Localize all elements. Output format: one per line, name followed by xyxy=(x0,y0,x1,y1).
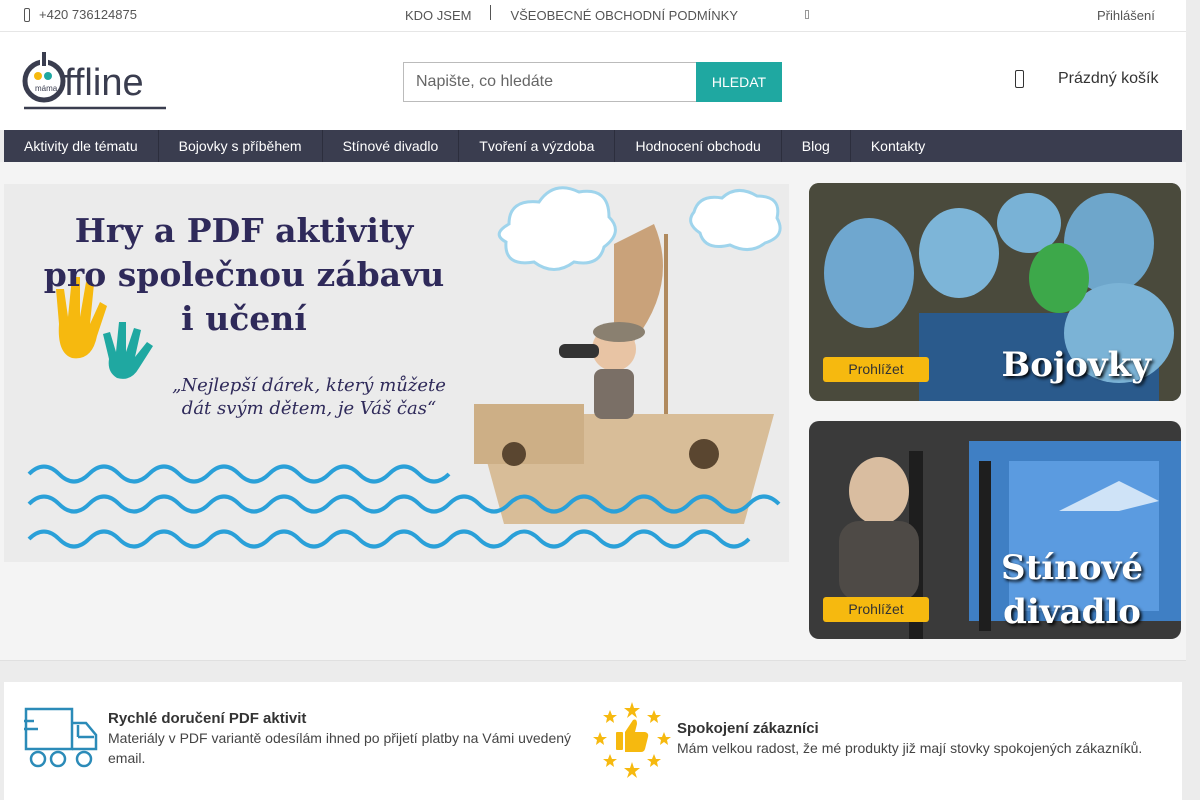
top-links: KDO JSEM VŠEOBECNÉ OBCHODNÍ PODMÍNKY xyxy=(405,5,738,23)
thumbs-up-icon xyxy=(593,702,671,778)
hero-quote-line2: dát svým dětem, je Váš čas“ xyxy=(181,398,437,419)
banner-section: Hry a PDF aktivity pro společnou zábavu … xyxy=(0,162,1186,661)
benefit-satisfaction: Spokojení zákazníci Mám velkou radost, ž… xyxy=(677,720,1177,758)
search-button[interactable]: HLEDAT xyxy=(696,62,782,102)
login-link[interactable]: Přihlášení xyxy=(1097,8,1155,23)
benefit-delivery: Rychlé doručení PDF aktivit Materiály v … xyxy=(108,710,578,768)
promo-stinove-title-line1: Stínové xyxy=(1001,548,1143,588)
logo[interactable]: ffline máma xyxy=(22,50,168,112)
phone-contact[interactable]: +420 736124875 xyxy=(24,7,137,22)
nav-item-kontakty[interactable]: Kontakty xyxy=(851,130,945,162)
main-nav: Aktivity dle tématu Bojovky s příběhem S… xyxy=(4,130,1182,162)
benefit-delivery-text-line2: email. xyxy=(108,750,146,766)
top-bar: +420 736124875 KDO JSEM VŠEOBECNÉ OBCHOD… xyxy=(0,0,1186,32)
scrollbar[interactable] xyxy=(1186,0,1200,800)
nav-item-blog[interactable]: Blog xyxy=(782,130,851,162)
link-about[interactable]: KDO JSEM xyxy=(405,8,471,23)
benefits-section: Rychlé doručení PDF aktivit Materiály v … xyxy=(4,682,1182,800)
cart-icon xyxy=(1015,70,1024,88)
nav-item-tvoreni[interactable]: Tvoření a výzdoba xyxy=(459,130,616,162)
cart[interactable]: Prázdný košík xyxy=(1015,70,1158,88)
hero-banner[interactable]: Hry a PDF aktivity pro společnou zábavu … xyxy=(4,184,789,562)
promo-bojovky-button[interactable]: Prohlížet xyxy=(823,357,929,382)
logo-text: ffline xyxy=(64,62,144,104)
hero-title-line3: i učení xyxy=(181,299,307,338)
dropdown-icon[interactable] xyxy=(805,10,809,19)
nav-item-aktivity[interactable]: Aktivity dle tématu xyxy=(4,130,159,162)
promo-stinove-title-line2: divadlo xyxy=(1003,592,1141,632)
phone-icon xyxy=(24,7,30,22)
search-input[interactable] xyxy=(403,62,696,102)
hero-title-line1: Hry a PDF aktivity xyxy=(74,211,414,250)
phone-number: +420 736124875 xyxy=(39,7,137,22)
benefit-satisfaction-title: Spokojení zákazníci xyxy=(677,720,819,737)
benefit-delivery-text-line1: Materiály v PDF variantě odesílám ihned … xyxy=(108,730,572,746)
promo-stinove-title: Stínové divadlo xyxy=(1001,546,1143,634)
link-separator xyxy=(490,5,492,20)
promo-bojovky-title: Bojovky xyxy=(1001,345,1151,385)
promo-stinove-button[interactable]: Prohlížet xyxy=(823,597,929,622)
hero-title-line2: pro společnou zábavu xyxy=(43,255,445,294)
promo-stinove-divadlo[interactable]: Prohlížet Stínové divadlo xyxy=(809,421,1181,639)
hero-title: Hry a PDF aktivity pro společnou zábavu … xyxy=(4,209,484,341)
hero-quote: „Nejlepší dárek, který můžete dát svým d… xyxy=(164,374,454,420)
nav-item-stinove-divadlo[interactable]: Stínové divadlo xyxy=(323,130,460,162)
benefit-satisfaction-text: Mám velkou radost, že mé produkty již ma… xyxy=(677,740,1143,756)
cart-label: Prázdný košík xyxy=(1058,70,1159,87)
link-terms[interactable]: VŠEOBECNÉ OBCHODNÍ PODMÍNKY xyxy=(510,8,738,23)
header: ffline máma HLEDAT Prázdný košík xyxy=(0,32,1186,130)
nav-item-bojovky[interactable]: Bojovky s příběhem xyxy=(159,130,323,162)
truck-icon xyxy=(24,707,98,768)
logo-small-text: máma xyxy=(35,84,58,93)
nav-item-hodnoceni[interactable]: Hodnocení obchodu xyxy=(615,130,782,162)
promo-bojovky[interactable]: Prohlížet Bojovky xyxy=(809,183,1181,401)
hero-quote-line1: „Nejlepší dárek, který můžete xyxy=(172,375,446,396)
benefit-delivery-title: Rychlé doručení PDF aktivit xyxy=(108,710,307,727)
search-form: HLEDAT xyxy=(403,62,782,102)
benefit-delivery-text: Materiály v PDF variantě odesílám ihned … xyxy=(108,728,578,768)
